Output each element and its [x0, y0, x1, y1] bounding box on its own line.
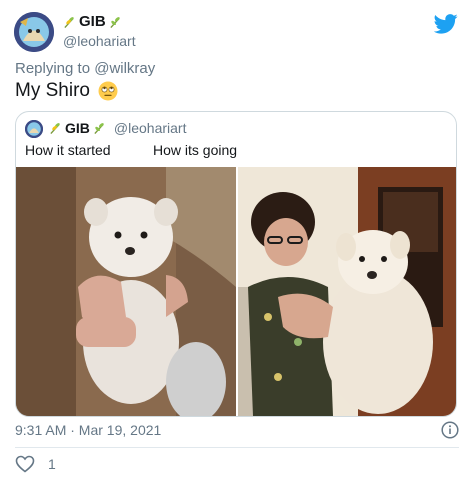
dog-photo[interactable] — [238, 167, 456, 416]
plant-icon — [64, 16, 74, 28]
quoted-name-row: GIB @leohariart — [49, 120, 186, 136]
quoted-caption-left: How it started — [25, 142, 111, 158]
replying-to[interactable]: Replying to @wilkray — [15, 60, 155, 77]
author-name: GIB — [79, 13, 106, 30]
like-count: 1 — [48, 456, 56, 472]
quoted-tweet[interactable]: GIB @leohariart How it started How its g… — [15, 111, 457, 417]
tweet-text: My Shiro — [15, 80, 90, 101]
timestamp[interactable]: 9:31 AM · Mar 19, 2021 — [15, 422, 161, 438]
puppy-photo[interactable] — [16, 167, 236, 416]
quoted-caption-right: How its going — [153, 142, 238, 158]
quoted-avatar — [25, 120, 43, 138]
plant-icon — [50, 123, 60, 135]
info-icon[interactable] — [441, 421, 459, 439]
quoted-name: GIB — [65, 120, 90, 136]
tweet-text-row: My Shiro — [15, 80, 118, 102]
footer-divider — [15, 447, 459, 448]
author-avatar[interactable] — [14, 12, 54, 52]
heart-icon[interactable] — [15, 455, 35, 473]
like-action[interactable]: 1 — [15, 455, 56, 473]
author-name-row[interactable]: GIB — [63, 13, 122, 30]
twitter-bird-icon[interactable] — [434, 14, 458, 34]
plant-icon — [110, 16, 120, 28]
rolling-eyes-emoji — [98, 81, 118, 101]
quoted-handle: @leohariart — [113, 120, 187, 136]
plant-icon — [94, 123, 104, 135]
author-handle[interactable]: @leohariart — [63, 33, 136, 49]
